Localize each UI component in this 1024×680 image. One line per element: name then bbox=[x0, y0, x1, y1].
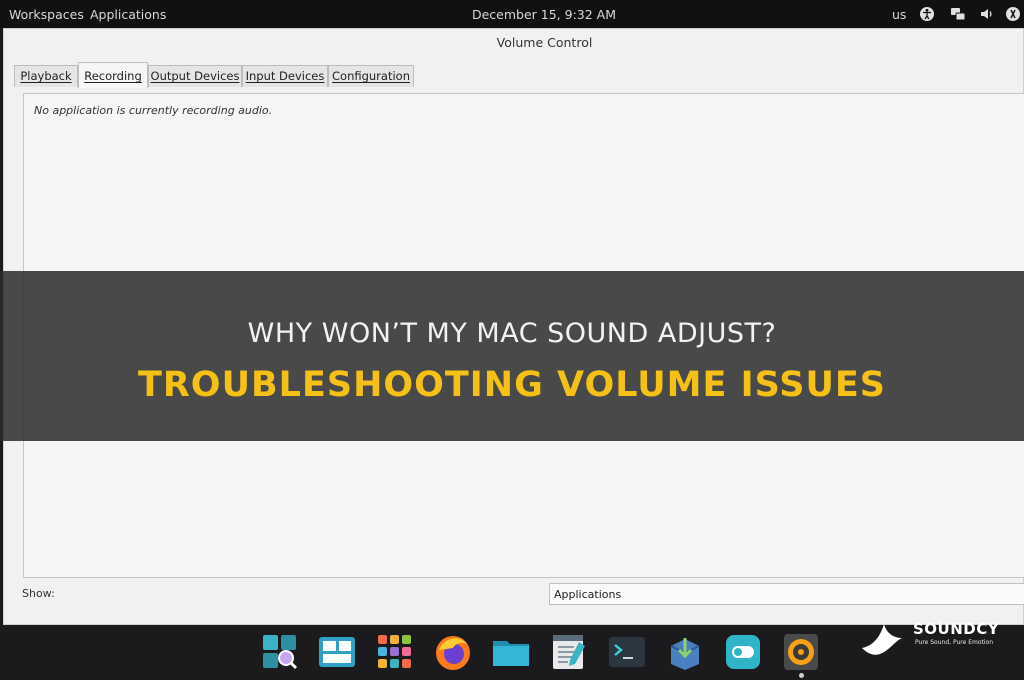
brand-name: SOUNDCY bbox=[913, 620, 1000, 638]
tab-configuration[interactable]: Configuration bbox=[328, 65, 414, 87]
text-editor-icon[interactable] bbox=[549, 632, 589, 672]
network-icon[interactable] bbox=[950, 6, 966, 22]
tab-playback[interactable]: Playback bbox=[14, 65, 78, 87]
top-panel: Workspaces Applications December 15, 9:3… bbox=[0, 0, 1024, 28]
accessibility-icon[interactable] bbox=[919, 6, 935, 22]
file-manager-icon[interactable] bbox=[491, 632, 531, 672]
window-manager-icon[interactable] bbox=[317, 632, 357, 672]
banner-subhead: TROUBLESHOOTING VOLUME ISSUES bbox=[137, 365, 887, 405]
tab-output-devices[interactable]: Output Devices bbox=[148, 65, 242, 87]
package-installer-icon[interactable] bbox=[665, 632, 705, 672]
tab-recording[interactable]: Recording bbox=[78, 62, 148, 88]
firefox-icon[interactable] bbox=[433, 632, 473, 672]
search-apps-icon[interactable] bbox=[260, 632, 300, 672]
power-icon[interactable] bbox=[1005, 6, 1021, 22]
show-filter-select[interactable]: Applications bbox=[549, 583, 1024, 605]
article-banner: WHY WON’T MY MAC SOUND ADJUST? TROUBLESH… bbox=[0, 271, 1024, 441]
tab-input-devices[interactable]: Input Devices bbox=[242, 65, 328, 87]
keyboard-layout-indicator[interactable]: us bbox=[892, 7, 906, 22]
active-app-indicator bbox=[799, 673, 804, 678]
volume-icon[interactable] bbox=[979, 6, 995, 22]
clock[interactable]: December 15, 9:32 AM bbox=[0, 7, 1024, 22]
banner-headline: WHY WON’T MY MAC SOUND ADJUST? bbox=[247, 318, 777, 349]
window-title: Volume Control bbox=[496, 35, 593, 50]
show-label: Show: bbox=[22, 587, 55, 600]
soundcy-bird-icon bbox=[862, 624, 902, 655]
dock bbox=[255, 628, 835, 678]
terminal-icon[interactable] bbox=[607, 632, 647, 672]
toggle-settings-icon[interactable] bbox=[723, 632, 763, 672]
brand-tagline: Pure Sound, Pure Emotion bbox=[915, 639, 994, 646]
soundcy-logo: SOUNDCY Pure Sound, Pure Emotion bbox=[860, 618, 1020, 662]
app-grid-icon[interactable] bbox=[375, 632, 415, 672]
empty-state-message: No application is currently recording au… bbox=[34, 104, 273, 117]
volume-control-icon[interactable] bbox=[781, 632, 821, 672]
